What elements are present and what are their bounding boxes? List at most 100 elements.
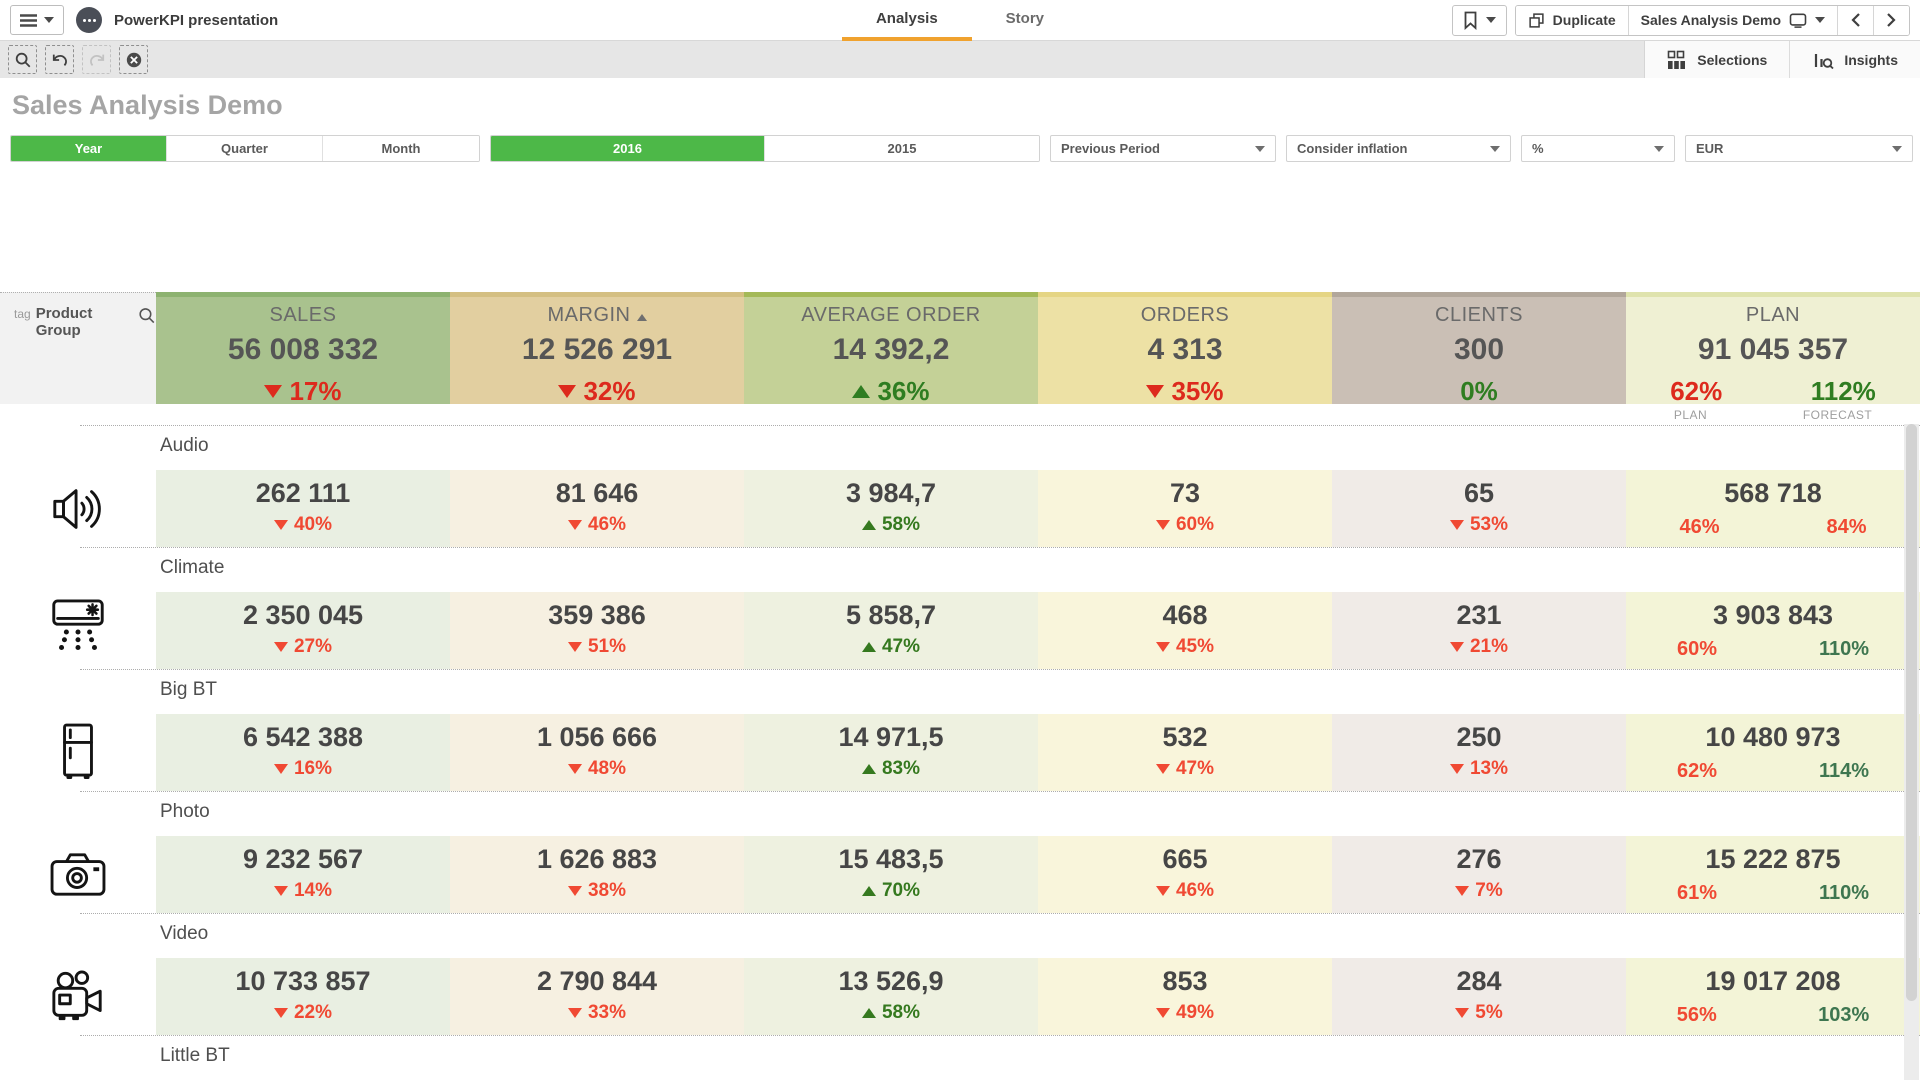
duplicate-button[interactable]: Duplicate [1516,6,1629,35]
sheet-nav-group: Duplicate Sales Analysis Demo [1515,5,1910,36]
selections-button[interactable]: Selections [1645,41,1789,78]
arrow-down-icon [264,385,282,398]
kpi-cell[interactable]: 1 626 88338% [450,836,744,913]
insights-button[interactable]: Insights [1790,41,1920,78]
sort-asc-icon [637,314,647,321]
product-group-label[interactable]: Big BT [160,679,1920,714]
kpi-cell[interactable]: 2 350 04527% [156,592,450,669]
bookmarks-button[interactable] [1452,5,1507,36]
chevron-down-icon [1892,146,1902,152]
cell-delta: 22% [156,1002,450,1024]
kpi-cell[interactable]: 46845% [1038,592,1332,669]
undo-button[interactable] [45,45,74,74]
kpi-cell[interactable]: 85349% [1038,958,1332,1035]
kpi-cell[interactable]: 568 71846%84% [1626,470,1920,547]
plan-forecast-percents: 60% 110% [1626,638,1920,661]
scrollbar-thumb[interactable] [1906,424,1917,1001]
insights-icon [1812,50,1834,70]
cell-delta: 58% [744,1002,1038,1024]
forecast-percent: 84% [1826,516,1866,539]
column-header-average-order[interactable]: AVERAGE ORDER 14 392,2 36% [744,292,1038,404]
page-title: Sales Analysis Demo [12,90,1920,121]
tab-story[interactable]: Story [972,0,1078,41]
currency-dropdown[interactable]: EUR [1685,135,1913,162]
product-group-label[interactable]: Photo [160,801,1920,836]
kpi-cell[interactable]: 13 526,958% [744,958,1038,1035]
table-row: Little BT [0,1035,1920,1080]
kpi-cell[interactable]: 10 480 97362%114% [1626,714,1920,791]
kpi-cell[interactable]: 3 984,758% [744,470,1038,547]
kpi-cell[interactable]: 15 483,570% [744,836,1038,913]
scrollbar[interactable] [1904,424,1919,1080]
next-sheet-button[interactable] [1874,6,1909,35]
comparison-dropdown[interactable]: Previous Period [1050,135,1276,162]
product-group-label[interactable]: Video [160,923,1920,958]
column-header-orders[interactable]: ORDERS 4 313 35% [1038,292,1332,404]
kpi-cell[interactable]: 262 11140% [156,470,450,547]
speaker-icon [0,470,156,547]
cell-delta: 60% [1038,514,1332,536]
dimension-header[interactable]: tag Product Group [0,292,156,404]
undo-icon [51,52,69,68]
tab-analysis[interactable]: Analysis [842,0,972,41]
filter-quarter-button[interactable]: Quarter [167,136,323,161]
chevron-down-icon [1815,17,1825,23]
kpi-cell[interactable]: 3 903 84360%110% [1626,592,1920,669]
insights-label: Insights [1844,52,1898,68]
duplicate-icon [1528,12,1545,29]
inflation-dropdown[interactable]: Consider inflation [1286,135,1511,162]
kpi-cell[interactable]: 2767% [1332,836,1626,913]
sheet-selector[interactable]: Sales Analysis Demo [1629,6,1838,35]
cell-delta: 13% [1332,758,1626,780]
kpi-cell[interactable]: 1 056 66648% [450,714,744,791]
nav-menu-button[interactable] [10,5,64,35]
product-group-label[interactable]: Audio [160,435,1920,470]
product-group-label[interactable]: Climate [160,557,1920,592]
cell-value: 2 790 844 [450,966,744,997]
plan-percent: 60% [1677,638,1717,661]
kpi-table-header: tag Product Group SALES 56 008 332 17% M… [0,292,1920,404]
bookmark-icon [1463,11,1478,30]
kpi-cell[interactable]: 2845% [1332,958,1626,1035]
product-group-label[interactable]: Little BT [160,1045,1920,1080]
redo-button[interactable] [82,45,111,74]
camera-icon [0,836,156,913]
kpi-cell[interactable]: 5 858,747% [744,592,1038,669]
kpi-cell[interactable]: 14 971,583% [744,714,1038,791]
kpi-cell[interactable]: 6 542 38816% [156,714,450,791]
column-header-sales[interactable]: SALES 56 008 332 17% [156,292,450,404]
kpi-cell[interactable]: 10 733 85722% [156,958,450,1035]
kpi-cell[interactable]: 6553% [1332,470,1626,547]
filter-2015-button[interactable]: 2015 [765,136,1039,161]
cell-value: 3 984,7 [744,478,1038,509]
kpi-cell[interactable]: 23121% [1332,592,1626,669]
filter-month-button[interactable]: Month [323,136,479,161]
column-header-margin[interactable]: MARGIN 12 526 291 32% [450,292,744,404]
kpi-cell[interactable]: 359 38651% [450,592,744,669]
kpi-cell[interactable]: 2 790 84433% [450,958,744,1035]
kpi-cell[interactable]: 19 017 20856%103% [1626,958,1920,1035]
search-icon [14,51,32,69]
cell-delta: 51% [450,636,744,658]
tag-label: tag [14,307,31,321]
arrow-up-icon [862,764,876,774]
forecast-sublabel: FORECAST [1803,408,1872,422]
kpi-cell[interactable]: 66546% [1038,836,1332,913]
kpi-cell[interactable]: 81 64646% [450,470,744,547]
unit-dropdown[interactable]: % [1521,135,1675,162]
filter-2016-button[interactable]: 2016 [491,136,765,161]
clear-selections-button[interactable] [119,45,148,74]
kpi-cell[interactable]: 53247% [1038,714,1332,791]
kpi-cell[interactable]: 7360% [1038,470,1332,547]
column-header-clients[interactable]: CLIENTS 300 0% [1332,292,1626,404]
table-row: Climate 2 350 04527%359 38651%5 858,747%… [0,547,1920,669]
filter-year-button[interactable]: Year [11,136,167,161]
kpi-cell[interactable]: 25013% [1332,714,1626,791]
smart-search-button[interactable] [8,45,37,74]
previous-sheet-button[interactable] [1838,6,1874,35]
arrow-down-icon [1455,886,1469,896]
column-header-plan[interactable]: PLAN 91 045 357 62% 112% [1626,292,1920,404]
kpi-cell[interactable]: 9 232 56714% [156,836,450,913]
forecast-percent: 110% [1819,638,1869,661]
kpi-cell[interactable]: 15 222 87561%110% [1626,836,1920,913]
